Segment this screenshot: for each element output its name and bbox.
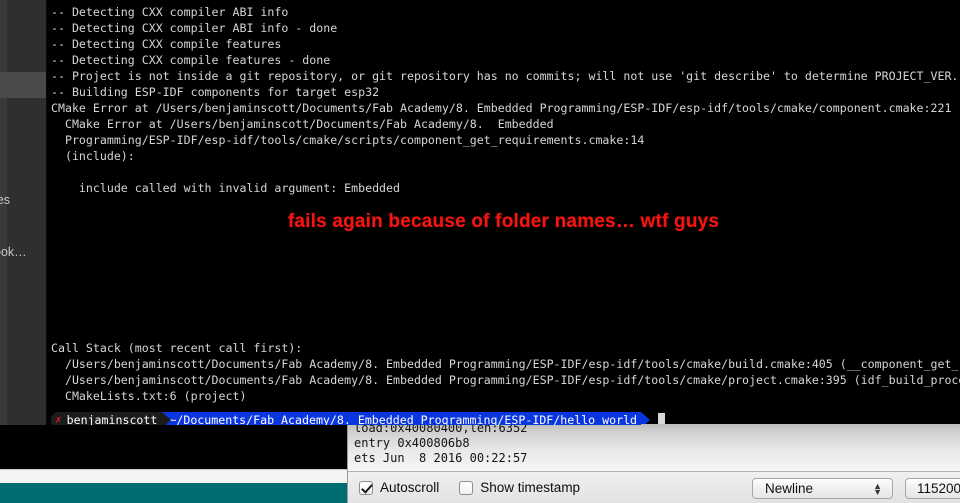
terminal-line: CMake Error at /Users/benjaminscott/Docu…	[51, 101, 960, 115]
checkbox-unchecked-icon[interactable]	[459, 480, 474, 495]
terminal-line: /Users/benjaminscott/Documents/Fab Acade…	[51, 357, 960, 371]
autoscroll-checkbox[interactable]: Autoscroll	[359, 479, 440, 495]
terminal-line: -- Detecting CXX compiler ABI info - don…	[51, 21, 338, 35]
powerline-separator-1-icon	[162, 412, 172, 425]
baud-rate-dropdown[interactable]: 115200 baud	[905, 478, 960, 499]
baud-rate-value: 115200 baud	[917, 481, 960, 496]
serial-monitor-window[interactable]: load:0x40080400,len:6352 entry 0x400806b…	[347, 424, 960, 503]
serial-line: entry 0x400806b8	[354, 436, 470, 450]
shell-prompt-line[interactable]: ✗ benjaminscott ~/Documents/Fab Academy/…	[51, 412, 666, 425]
show-timestamp-checkbox[interactable]: Show timestamp	[459, 479, 581, 495]
sidebar-item-1[interactable]: ook…	[0, 245, 46, 259]
sidebar-body	[7, 0, 46, 425]
terminal-output-pane[interactable]: -- Detecting CXX compiler ABI info -- De…	[47, 0, 960, 425]
checkbox-checked-icon[interactable]	[359, 480, 373, 495]
prompt-path-segment: ~/Documents/Fab Academy/8. Embedded Prog…	[162, 412, 642, 425]
error-status-icon: ✗	[55, 413, 62, 425]
terminal-line: /Users/benjaminscott/Documents/Fab Acade…	[51, 373, 960, 387]
terminal-line: -- Detecting CXX compiler ABI info	[51, 5, 289, 19]
serial-monitor-output[interactable]: load:0x40080400,len:6352 entry 0x400806b…	[348, 424, 960, 471]
line-ending-dropdown[interactable]: Newline ▲ ▼	[752, 478, 893, 499]
red-annotation-text: fails again because of folder names… wtf…	[287, 211, 720, 232]
terminal-line: Programming/ESP-IDF/esp-idf/tools/cmake/…	[51, 133, 645, 147]
left-sidebar-panel: les ook…	[0, 0, 47, 425]
terminal-line: -- Detecting CXX compile features - done	[51, 53, 331, 67]
terminal-line: include called with invalid argument: Em…	[51, 181, 401, 195]
terminal-line: (include):	[51, 149, 135, 163]
terminal-line: -- Building ESP-IDF components for targe…	[51, 85, 380, 99]
ide-console-strip	[0, 469, 347, 483]
terminal-line: -- Detecting CXX compile features	[51, 37, 282, 51]
serial-line: ets Jun 8 2016 00:22:57	[354, 451, 528, 465]
terminal-line: Call Stack (most recent call first):	[51, 341, 303, 355]
show-timestamp-label: Show timestamp	[480, 479, 581, 495]
serial-monitor-toolbar: Autoscroll Show timestamp Newline ▲ ▼ 11…	[348, 471, 960, 503]
prompt-user-segment: ✗ benjaminscott	[51, 412, 163, 425]
terminal-line: CMakeLists.txt:6 (project)	[51, 389, 247, 403]
line-ending-value: Newline	[765, 481, 814, 496]
autoscroll-label: Autoscroll	[380, 479, 440, 495]
serial-line: load:0x40080400,len:6352	[354, 424, 528, 435]
sidebar-edge-strip	[0, 0, 7, 425]
ide-status-bar	[0, 483, 347, 503]
terminal-line: -- Project is not inside a git repositor…	[51, 69, 959, 83]
screen-root: les ook… -- Detecting CXX compiler ABI i…	[0, 0, 960, 503]
sidebar-item-1-label: ook…	[0, 245, 27, 259]
sidebar-item-0[interactable]: les	[0, 193, 46, 207]
chevron-updown-icon: ▲ ▼	[873, 481, 882, 497]
sidebar-item-0-label: les	[0, 193, 10, 207]
terminal-line: CMake Error at /Users/benjaminscott/Docu…	[51, 117, 554, 131]
prompt-username: benjaminscott	[66, 413, 158, 425]
sidebar-selected-row[interactable]	[0, 72, 46, 98]
prompt-path: ~/Documents/Fab Academy/8. Embedded Prog…	[169, 413, 638, 425]
chevron-down-icon: ▼	[873, 486, 882, 497]
